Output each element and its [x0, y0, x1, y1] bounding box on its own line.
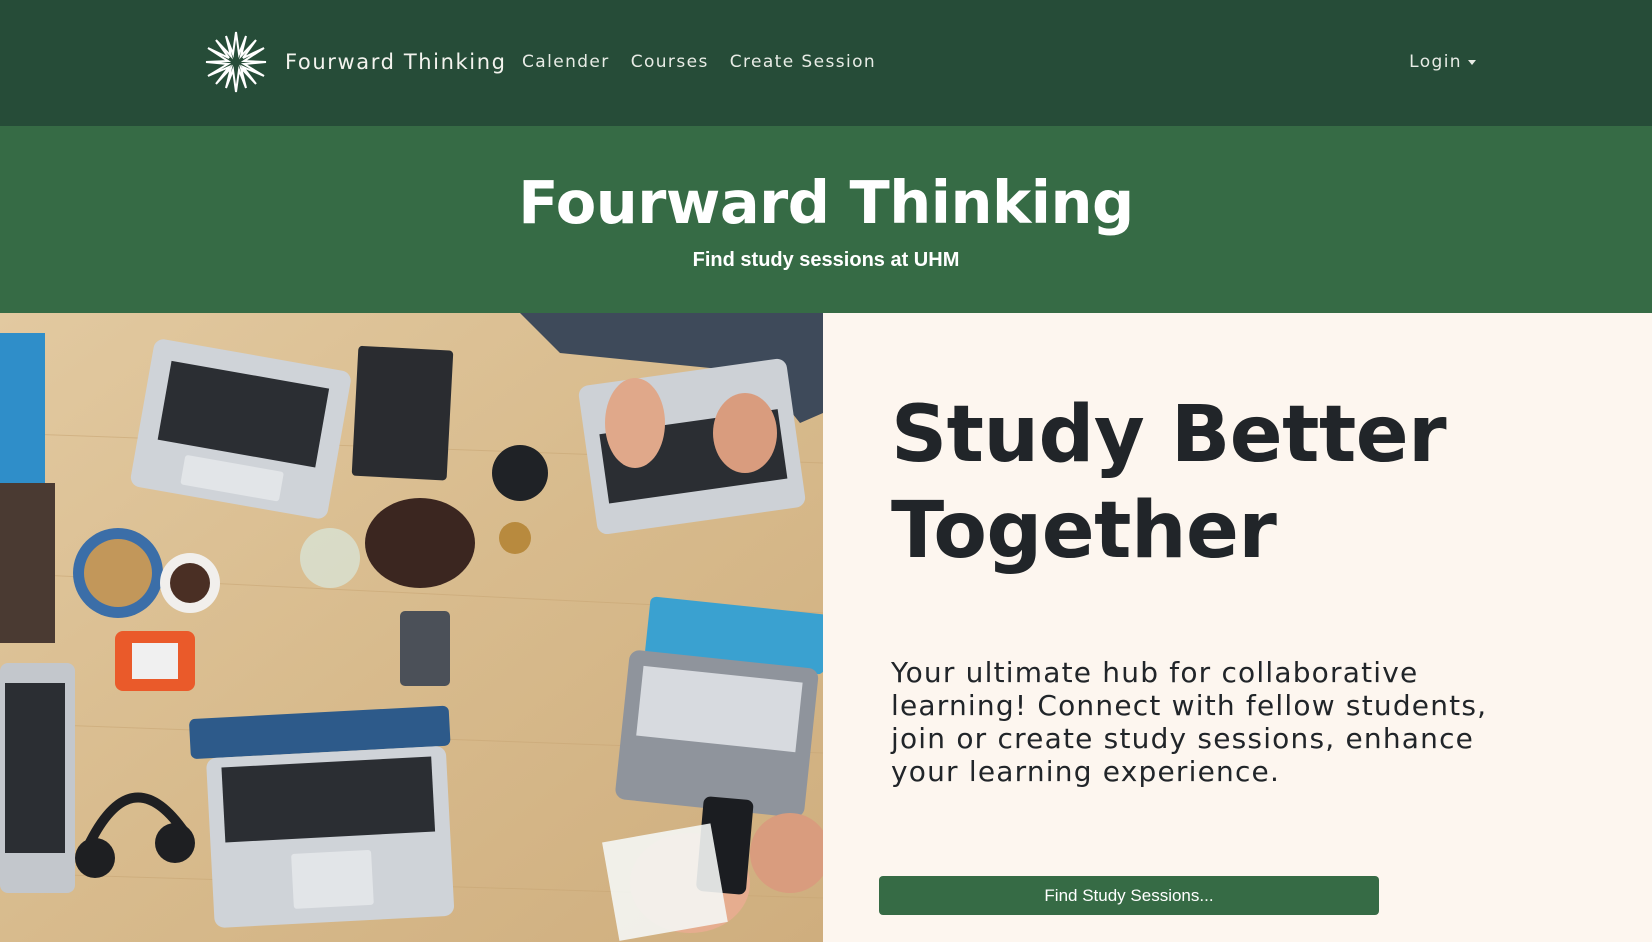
- navbar: Fourward Thinking Calender Courses Creat…: [0, 0, 1652, 126]
- headline: Study Better Together: [891, 390, 1447, 576]
- caret-down-icon: [1468, 59, 1476, 65]
- find-study-sessions-button[interactable]: Find Study Sessions...: [879, 876, 1379, 915]
- nav-link-calender[interactable]: Calender: [522, 52, 610, 72]
- tagline: Your ultimate hub for collaborative lear…: [891, 656, 1488, 788]
- brand-name: Fourward Thinking: [285, 50, 507, 74]
- login-dropdown[interactable]: Login: [1409, 52, 1476, 72]
- hero-subtitle: Find study sessions at UHM: [692, 249, 960, 271]
- intro-section: Study Better Together Your ultimate hub …: [823, 313, 1652, 942]
- study-group-desk-photo: [0, 313, 823, 942]
- nav-link-create-session[interactable]: Create Session: [730, 52, 876, 72]
- hero-title: Fourward Thinking: [518, 168, 1134, 237]
- login-label: Login: [1409, 52, 1462, 72]
- hero-banner: Fourward Thinking Find study sessions at…: [0, 126, 1652, 313]
- brand[interactable]: Fourward Thinking: [204, 28, 507, 96]
- nav-link-courses[interactable]: Courses: [631, 52, 709, 72]
- nav-links: Calender Courses Create Session: [522, 52, 876, 72]
- starburst-logo-icon: [205, 31, 267, 93]
